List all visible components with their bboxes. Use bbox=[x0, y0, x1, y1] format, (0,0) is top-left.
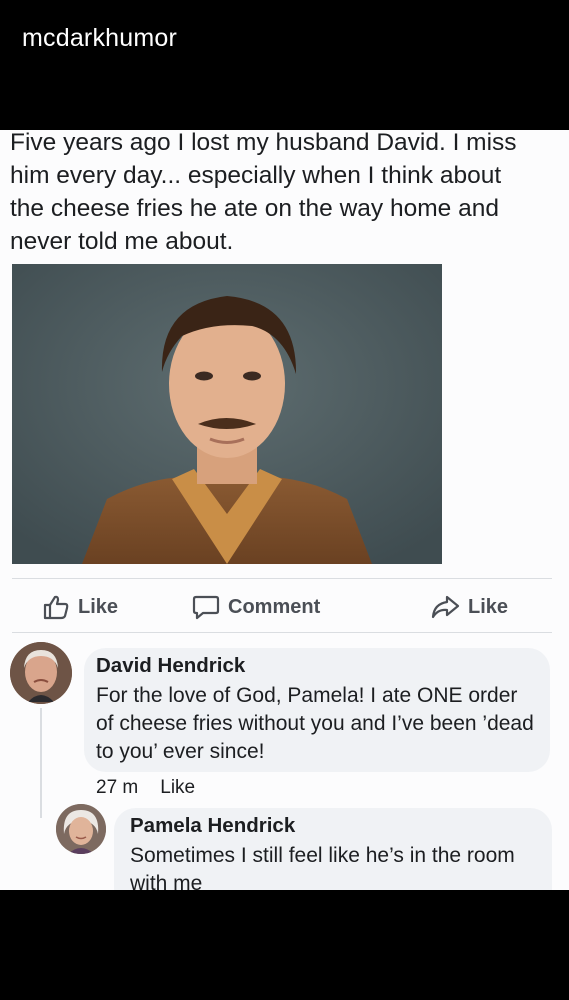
elderly-man-avatar bbox=[10, 642, 72, 704]
account-name[interactable]: mcdarkhumor bbox=[22, 24, 177, 53]
like-label: Like bbox=[78, 595, 119, 618]
post-caption: Five years ago I lost my husband David. … bbox=[10, 130, 517, 255]
comment-time: 27 m bbox=[96, 777, 139, 798]
thumbs-up-icon bbox=[43, 595, 69, 620]
top-bar: mcdarkhumor bbox=[0, 0, 569, 130]
comment-bubble: David Hendrick For the love of God, Pame… bbox=[84, 648, 550, 772]
divider bbox=[12, 632, 552, 633]
avatar[interactable] bbox=[56, 804, 106, 854]
reply-thread-line bbox=[40, 708, 42, 818]
comment-author[interactable]: Pamela Hendrick bbox=[130, 814, 295, 838]
share-button[interactable]: Like bbox=[430, 592, 508, 622]
comment-author[interactable]: David Hendrick bbox=[96, 654, 245, 678]
comment-text: Sometimes I still feel like he’s in the … bbox=[130, 844, 515, 890]
avatar[interactable] bbox=[10, 642, 72, 704]
elderly-woman-avatar bbox=[56, 804, 106, 854]
portrait-image bbox=[12, 264, 442, 564]
post-photo[interactable] bbox=[12, 264, 442, 564]
comment-bubble-icon bbox=[192, 595, 220, 620]
comment-button[interactable]: Comment bbox=[192, 592, 320, 622]
comment-like-link[interactable]: Like bbox=[160, 777, 195, 799]
reply-bubble: Pamela Hendrick Sometimes I still feel l… bbox=[114, 808, 552, 890]
comment-text: For the love of God, Pamela! I ate ONE o… bbox=[96, 684, 534, 763]
bottom-bar bbox=[0, 890, 569, 1000]
comment-label: Comment bbox=[228, 595, 321, 618]
divider bbox=[12, 578, 552, 579]
share-arrow-icon bbox=[431, 595, 460, 619]
post-screenshot: Five years ago I lost my husband David. … bbox=[0, 130, 569, 890]
comment-meta: 27 m Like bbox=[96, 777, 195, 799]
like-button[interactable]: Like bbox=[42, 592, 118, 622]
share-label: Like bbox=[468, 595, 509, 618]
